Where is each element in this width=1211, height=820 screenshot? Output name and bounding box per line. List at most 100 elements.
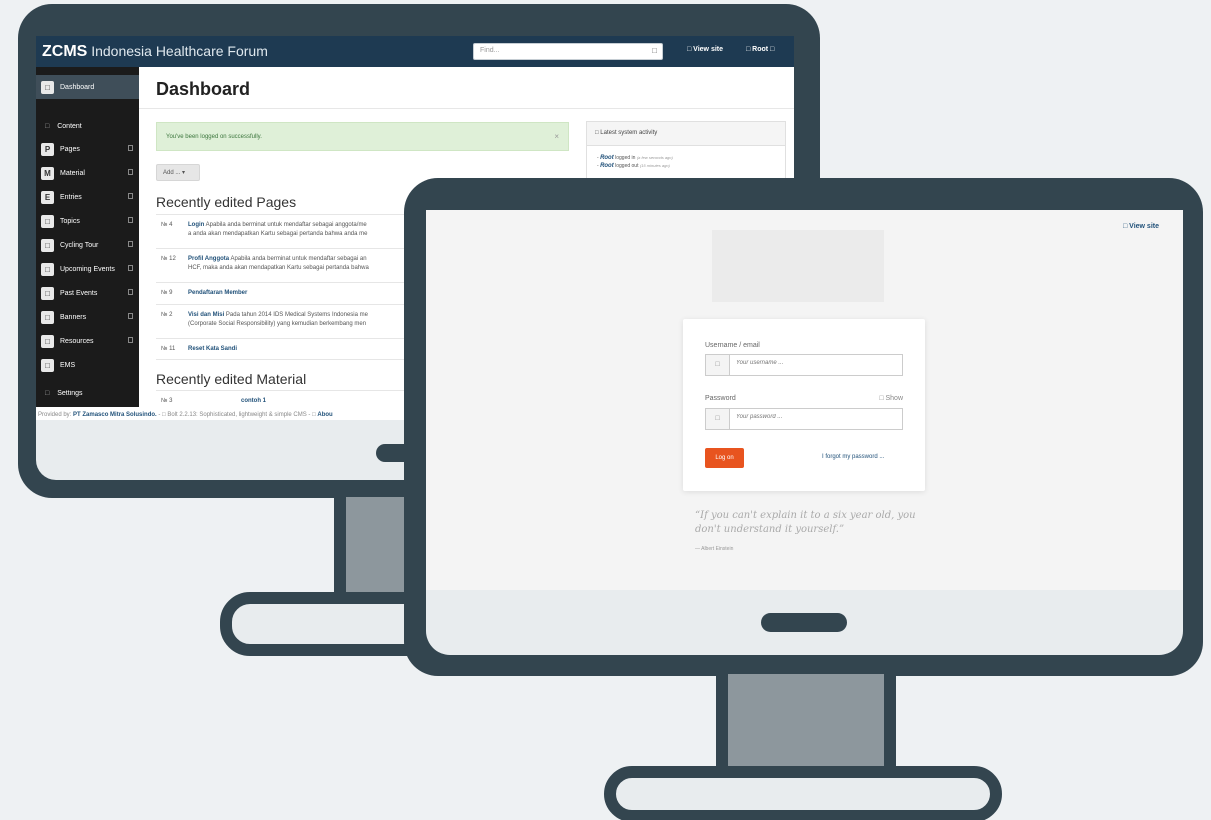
sidebar-item-upcoming-events[interactable]: □ Upcoming Events <box>36 257 139 281</box>
front-monitor-foot <box>604 766 1002 820</box>
footer-company-link[interactable]: PT Zamasco Mitra Solusindo. <box>73 412 157 418</box>
close-icon[interactable]: × <box>554 132 559 141</box>
record-excerpt: Apabila anda berminat untuk mendaftar se… <box>229 256 367 262</box>
front-monitor-screen: □ View site Username / email □ Password … <box>426 210 1183 590</box>
activity-time: (15 minutes ago) <box>639 163 670 168</box>
submenu-icon <box>128 217 133 223</box>
sidebar-item-topics[interactable]: □ Topics <box>36 209 139 233</box>
sidebar-item-banners[interactable]: □ Banners <box>36 305 139 329</box>
login-button[interactable]: Log on <box>705 448 744 468</box>
submenu-icon <box>128 169 133 175</box>
sidebar-item-label: Pages <box>60 145 80 153</box>
sidebar-item-label: Topics <box>60 217 80 225</box>
forgot-password-link[interactable]: I forgot my password ... <box>822 454 884 460</box>
footer-about-link[interactable]: Abou <box>317 412 332 418</box>
entries-icon: E <box>41 190 54 204</box>
activity-action: logged in <box>613 155 637 161</box>
record-title-link[interactable]: Profil Anggota <box>188 256 229 262</box>
sidebar-item-label: Entries <box>60 193 82 201</box>
sidebar-item-label: Upcoming Events <box>60 265 115 273</box>
topics-icon: □ <box>41 214 54 228</box>
record-title-link[interactable]: Reset Kata Sandi <box>188 346 237 352</box>
footer-prefix: Provided by: <box>38 412 74 418</box>
recent-pages-heading: Recently edited Pages <box>156 194 297 210</box>
record-title-link[interactable]: Login <box>188 222 204 228</box>
sidebar-item-cycling-tour[interactable]: □ Cycling Tour <box>36 233 139 257</box>
show-password-toggle[interactable]: □ Show <box>879 395 903 402</box>
sidebar-item-past-events[interactable]: □ Past Events <box>36 281 139 305</box>
banners-icon: □ <box>41 310 54 324</box>
sidebar-item-label: Material <box>60 169 85 177</box>
search-icon: □ <box>652 46 657 55</box>
sidebar-item-label: Dashboard <box>60 83 95 91</box>
footer-version: - □ Bolt 2.2.13: Sophisticated, lightwei… <box>156 412 318 418</box>
sidebar-item-entries[interactable]: E Entries <box>36 185 139 209</box>
record-excerpt: Apabila anda berminat untuk mendaftar se… <box>204 222 367 228</box>
activity-item: - Root logged in (a few seconds ago) <box>587 155 785 161</box>
add-new-button[interactable]: Add ... ▾ <box>156 164 200 181</box>
submenu-icon <box>128 313 133 319</box>
record-id: № 12 <box>161 256 176 262</box>
username-label: Username / email <box>705 342 760 349</box>
search-placeholder: Find... <box>480 47 500 54</box>
page-title: Dashboard <box>156 79 251 99</box>
pages-icon: P <box>41 142 54 156</box>
divider <box>139 108 794 109</box>
activity-panel-title: □ Latest system activity <box>587 122 785 146</box>
record-title-link[interactable]: Visi dan Misi <box>188 312 224 318</box>
record-title-link[interactable]: contoh 1 <box>241 398 266 404</box>
sidebar-item-resources[interactable]: □ Resources <box>36 329 139 353</box>
sidebar-item-label: Settings <box>57 390 83 397</box>
submenu-icon <box>128 145 133 151</box>
search-input[interactable]: Find... □ <box>473 43 663 60</box>
cycling-tour-icon: □ <box>41 238 54 252</box>
sidebar-item-label: Content <box>57 122 82 130</box>
record-title-link[interactable]: Pendaftaran Member <box>188 290 247 296</box>
quote-text: “If you can't explain it to a six year o… <box>695 510 916 535</box>
record-excerpt-cont: (Corporate Social Responsibility) yang k… <box>188 321 367 327</box>
view-site-link[interactable]: □ View site <box>1123 223 1159 230</box>
view-site-link[interactable]: □ View site <box>687 46 723 53</box>
logo-placeholder <box>712 230 884 302</box>
recent-material-heading: Recently edited Material <box>156 371 307 387</box>
activity-user-link[interactable]: Root <box>600 155 614 161</box>
submenu-icon <box>128 193 133 199</box>
sidebar-item-material[interactable]: M Material <box>36 161 139 185</box>
submenu-icon <box>128 337 133 343</box>
activity-time: (a few seconds ago) <box>636 155 673 160</box>
username-input[interactable] <box>736 360 896 366</box>
activity-item: - Root logged out (15 minutes ago) <box>587 163 785 169</box>
record-excerpt-cont: a anda akan mendapatkan Kartu sebagai pe… <box>188 231 368 237</box>
sidebar-item-ems[interactable]: □ EMS <box>36 353 139 377</box>
front-monitor-neck <box>716 674 896 770</box>
password-field[interactable]: □ <box>705 408 903 430</box>
lock-icon: □ <box>706 409 730 429</box>
settings-icon: □ <box>45 390 50 397</box>
sidebar-item-dashboard[interactable]: □ Dashboard <box>36 75 139 99</box>
user-menu[interactable]: □ Root □ <box>746 46 774 53</box>
username-field[interactable]: □ <box>705 354 903 376</box>
password-input[interactable] <box>736 414 896 420</box>
sidebar-item-label: EMS <box>60 361 76 369</box>
front-monitor-button <box>761 613 847 632</box>
material-icon: M <box>41 166 54 180</box>
sidebar-item-pages[interactable]: P Pages <box>36 137 139 161</box>
submenu-icon <box>128 265 133 271</box>
record-id: № 4 <box>161 222 173 228</box>
sidebar-section-content: □ Content <box>36 114 139 138</box>
password-label: Password <box>705 395 736 402</box>
site-name: Indonesia Healthcare Forum <box>87 43 268 59</box>
activity-user-link[interactable]: Root <box>600 163 614 169</box>
record-excerpt-cont: HCF, maka anda akan mendapatkan Kartu se… <box>188 265 369 271</box>
upcoming-events-icon: □ <box>41 262 54 276</box>
sidebar-section-settings[interactable]: □ Settings <box>36 390 139 406</box>
submenu-icon <box>128 241 133 247</box>
record-id: № 11 <box>161 346 176 352</box>
sidebar-item-label: Resources <box>60 337 94 345</box>
brand[interactable]: ZCMS Indonesia Healthcare Forum <box>42 43 268 61</box>
sidebar-item-label: Banners <box>60 313 87 321</box>
top-navbar: ZCMS Indonesia Healthcare Forum Find... □… <box>36 36 794 67</box>
brand-logo-text: ZCMS <box>42 43 88 60</box>
sidebar-item-label: Past Events <box>60 289 98 297</box>
resources-icon: □ <box>41 334 54 348</box>
